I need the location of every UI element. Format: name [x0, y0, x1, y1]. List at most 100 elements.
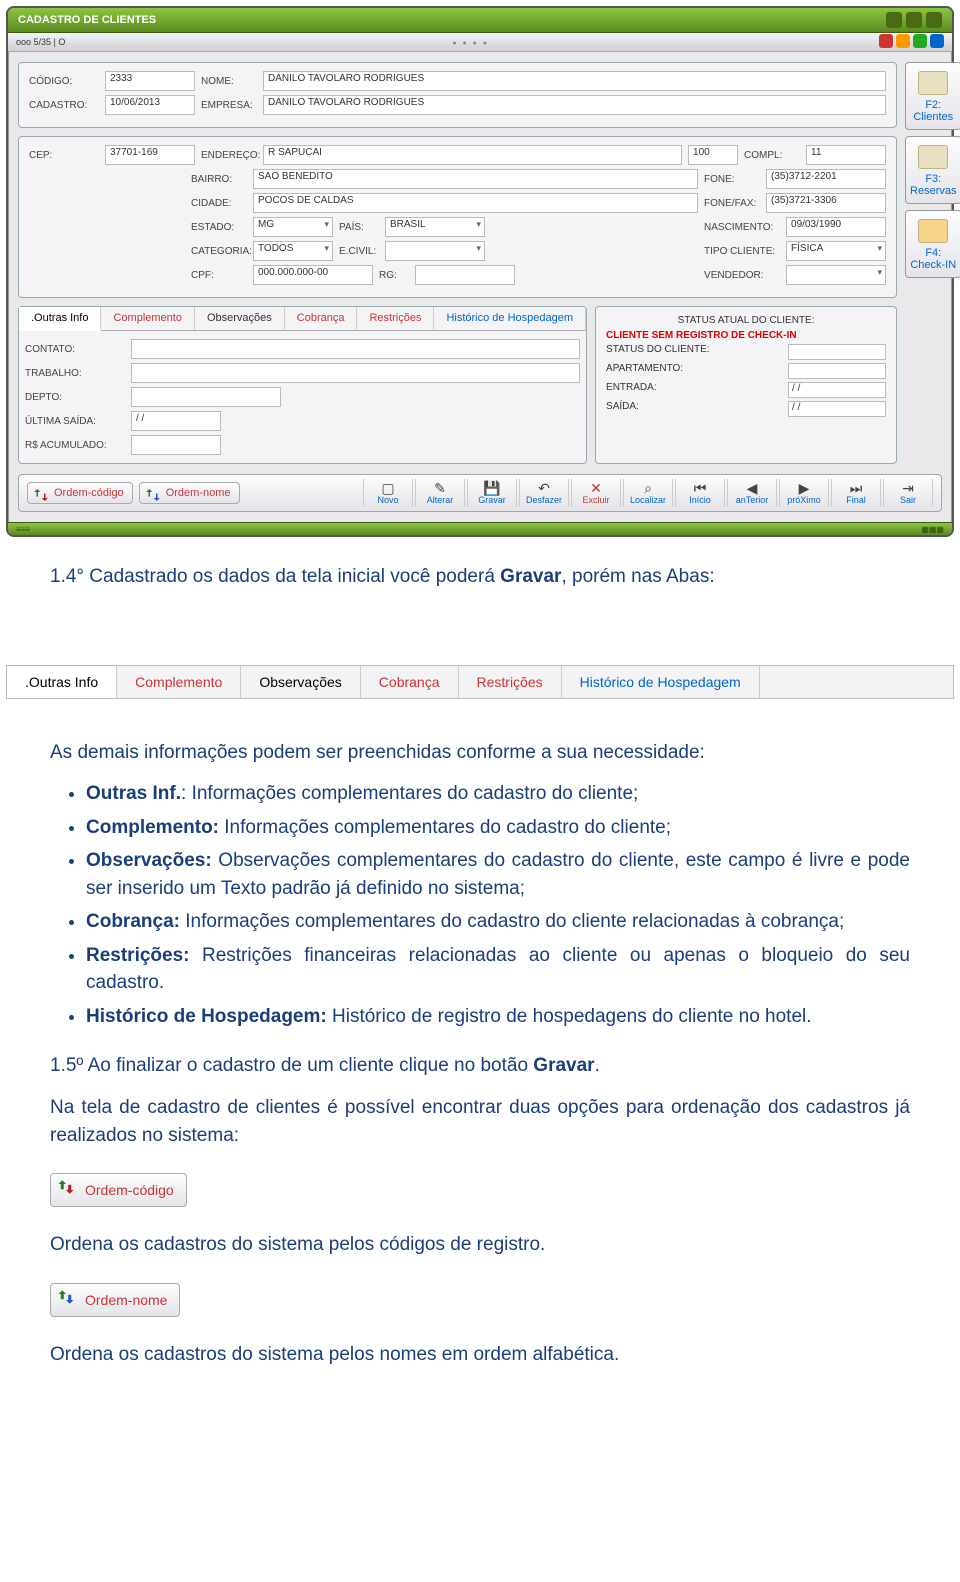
inicio-button[interactable]: ⏮Início [675, 479, 725, 507]
empresa-field[interactable]: DANILO TAVOLARO RODRIGUES [263, 95, 886, 115]
pais-dropdown[interactable]: BRASIL [385, 217, 485, 237]
localizar-button[interactable]: ⌕Localizar [623, 479, 673, 507]
f2-clientes-button[interactable]: F2: Clientes [905, 62, 960, 130]
estado-dropdown[interactable]: MG [253, 217, 333, 237]
grip-right: ▦▦▦ [921, 525, 944, 534]
excluir-button[interactable]: ✕Excluir [571, 479, 621, 507]
prev-icon: ◀ [728, 481, 776, 495]
doc-ordem-nome-img: Ordem-nome [50, 1283, 180, 1317]
ultima-label: ÚLTIMA SAÍDA: [25, 416, 125, 427]
gravar-button[interactable]: 💾Gravar [467, 479, 517, 507]
vendedor-label: VENDEDOR: [704, 270, 780, 281]
novo-button[interactable]: ▢Novo [363, 479, 413, 507]
fonefax-label: FONE/FAX: [704, 198, 760, 209]
fonefax-field[interactable]: (35)3721-3306 [766, 193, 886, 213]
ultima-field[interactable]: / / [131, 411, 221, 431]
ordem-nome-button[interactable]: Ordem-nome [139, 482, 240, 504]
strip-observacoes[interactable]: Observações [241, 666, 360, 698]
trabalho-field[interactable] [131, 363, 580, 383]
final-button[interactable]: ⏭Final [831, 479, 881, 507]
empresa-label: EMPRESA: [201, 100, 257, 111]
edit-icon: ✎ [416, 481, 464, 495]
tab-historico[interactable]: Histórico de Hospedagem [434, 307, 586, 330]
desfazer-button[interactable]: ↶Desfazer [519, 479, 569, 507]
tipocliente-dropdown[interactable]: FÍSICA [786, 241, 886, 261]
tab-outras[interactable]: .Outras Info [19, 307, 101, 331]
proximo-button[interactable]: ▶próXimo [779, 479, 829, 507]
window-controls[interactable] [886, 12, 942, 28]
ecivil-dropdown[interactable] [385, 241, 485, 261]
codigo-label: CÓDIGO: [29, 76, 99, 87]
numero-field[interactable]: 100 [688, 145, 738, 165]
cidade-label: CIDADE: [191, 198, 247, 209]
status-heading: STATUS ATUAL DO CLIENTE: [606, 315, 886, 326]
cadastro-field[interactable]: 10/06/2013 [105, 95, 195, 115]
bairro-label: BAIRRO: [191, 174, 247, 185]
swap-icon [57, 1288, 79, 1310]
nome-label: NOME: [201, 76, 257, 87]
trabalho-label: TRABALHO: [25, 368, 125, 379]
saida-label: SAÍDA: [606, 401, 639, 417]
strip-outras[interactable]: .Outras Info [7, 666, 117, 698]
strip-historico[interactable]: Histórico de Hospedagem [562, 666, 760, 698]
nascimento-label: NASCIMENTO: [704, 222, 780, 233]
menubar-tools[interactable] [876, 34, 944, 50]
f3-reservas-button[interactable]: F3: Reservas [905, 136, 960, 204]
search-icon [918, 71, 948, 95]
estado-label: ESTADO: [191, 222, 247, 233]
categoria-dropdown[interactable]: TODOS [253, 241, 333, 261]
doc-p4: Na tela de cadastro de clientes é possív… [50, 1094, 910, 1149]
rg-field[interactable] [415, 265, 515, 285]
cpf-field[interactable]: 000.000.000-00 [253, 265, 373, 285]
tab-restricoes[interactable]: Restrições [357, 307, 434, 330]
contato-field[interactable] [131, 339, 580, 359]
nome-field[interactable]: DANILO TAVOLARO RODRIGUES [263, 71, 886, 91]
cadastro-label: CADASTRO: [29, 100, 99, 111]
rs-field[interactable] [131, 435, 221, 455]
key-icon [918, 219, 948, 243]
address-panel: CEP: 37701-169 ENDEREÇO: R SAPUCAI 100 C… [18, 136, 897, 298]
sair-button[interactable]: ⇥Sair [883, 479, 933, 507]
alterar-button[interactable]: ✎Alterar [415, 479, 465, 507]
swap-icon [57, 1178, 79, 1200]
codigo-field[interactable]: 2333 [105, 71, 195, 91]
strip-restricoes[interactable]: Restrições [459, 666, 562, 698]
f4-label: F4: Check-IN [910, 247, 956, 271]
endereco-label: ENDEREÇO: [201, 150, 257, 161]
undo-icon: ↶ [520, 481, 568, 495]
menubar: ooo 5/35 | O [8, 33, 952, 52]
doc-p2: As demais informações podem ser preenchi… [50, 739, 910, 767]
fone-field[interactable]: (35)3712-2201 [766, 169, 886, 189]
doc-list: Outras Inf.: Informações complementares … [50, 780, 910, 1030]
status-cliente-field [788, 344, 886, 360]
cep-label: CEP: [29, 150, 99, 161]
anterior-button[interactable]: ◀anTerior [727, 479, 777, 507]
menubar-dots [452, 37, 489, 47]
cidade-field[interactable]: POCOS DE CALDAS [253, 193, 698, 213]
ecivil-label: E.CIVIL: [339, 246, 379, 257]
strip-complemento[interactable]: Complemento [117, 666, 241, 698]
bairro-field[interactable]: SAO BENEDITO [253, 169, 698, 189]
depto-field[interactable] [131, 387, 281, 407]
bottombar: ≡≡≡ ▦▦▦ [8, 522, 952, 535]
endereco-field[interactable]: R SAPUCAI [263, 145, 682, 165]
apto-field [788, 363, 886, 379]
status-panel: STATUS ATUAL DO CLIENTE: CLIENTE SEM REG… [595, 306, 897, 464]
tab-cobranca[interactable]: Cobrança [285, 307, 358, 330]
strip-cobranca[interactable]: Cobrança [361, 666, 459, 698]
ordem-codigo-button[interactable]: Ordem-código [27, 482, 133, 504]
f4-checkin-button[interactable]: F4: Check-IN [905, 210, 960, 278]
last-icon: ⏭ [832, 481, 880, 495]
tab-complemento[interactable]: Complemento [101, 307, 194, 330]
exit-icon: ⇥ [884, 481, 932, 495]
tab-observacoes[interactable]: Observações [195, 307, 285, 330]
apto-label: APARTAMENTO: [606, 363, 683, 379]
f2-label: F2: Clientes [913, 99, 953, 123]
ordem-codigo-label: Ordem-código [54, 487, 124, 499]
tabs-strip-image: .Outras Info Complemento Observações Cob… [6, 665, 954, 699]
reservas-icon [918, 145, 948, 169]
cep-field[interactable]: 37701-169 [105, 145, 195, 165]
compl-field[interactable]: 11 [806, 145, 886, 165]
nascimento-field[interactable]: 09/03/1990 [786, 217, 886, 237]
vendedor-dropdown[interactable] [786, 265, 886, 285]
